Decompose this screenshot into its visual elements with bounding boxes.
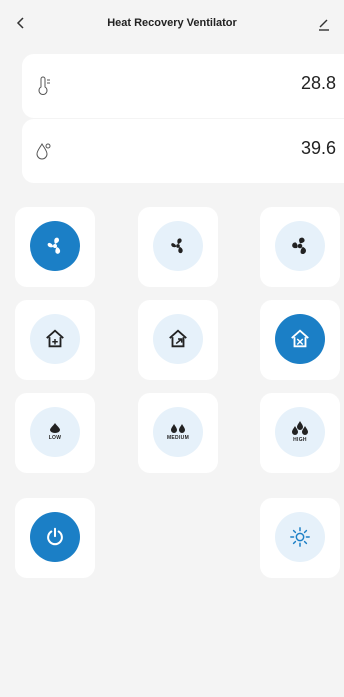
app-header: Heat Recovery Ventilator	[0, 0, 344, 46]
temperature-card: 28.8	[22, 54, 344, 118]
humidity-high-button[interactable]: HIGH	[260, 393, 340, 473]
sun-icon	[290, 527, 310, 547]
light-button[interactable]	[260, 498, 340, 578]
edit-pencil-icon	[319, 19, 329, 31]
fan-icon	[171, 238, 183, 254]
humidity-drop-icon	[36, 143, 51, 160]
home-arrow-icon	[169, 329, 187, 348]
humidity-low-button[interactable]: LOW	[15, 393, 95, 473]
drop-high-icon	[292, 421, 308, 435]
humidity-medium-button[interactable]: MEDIUM	[138, 393, 218, 473]
humidity-low-label: LOW	[48, 435, 62, 441]
home-arrow-icon	[291, 329, 309, 348]
page-title: Heat Recovery Ventilator	[107, 17, 237, 29]
back-button[interactable]	[12, 14, 30, 32]
chevron-left-icon	[16, 17, 24, 29]
mode-home-outward-button[interactable]	[138, 300, 218, 380]
humidity-card: 39.6	[22, 119, 344, 183]
drop-medium-icon	[171, 424, 185, 433]
drop-low-icon	[50, 423, 60, 433]
power-icon	[47, 527, 63, 546]
edit-button[interactable]	[314, 14, 334, 34]
mode-home-exchange-button[interactable]	[260, 300, 340, 380]
thermometer-icon	[38, 76, 50, 95]
fan-icon	[47, 237, 61, 254]
fan-low-button[interactable]	[15, 207, 95, 287]
humidity-high-label: HIGH	[293, 437, 307, 443]
fan-icon	[292, 237, 306, 255]
temperature-value: 28.8	[300, 73, 336, 93]
humidity-value: 39.6	[300, 138, 336, 158]
humidity-medium-label: MEDIUM	[166, 435, 190, 441]
mode-home-inward-button[interactable]	[15, 300, 95, 380]
home-arrow-icon	[46, 329, 64, 348]
power-button[interactable]	[15, 498, 95, 578]
fan-high-button[interactable]	[260, 207, 340, 287]
fan-medium-button[interactable]	[138, 207, 218, 287]
